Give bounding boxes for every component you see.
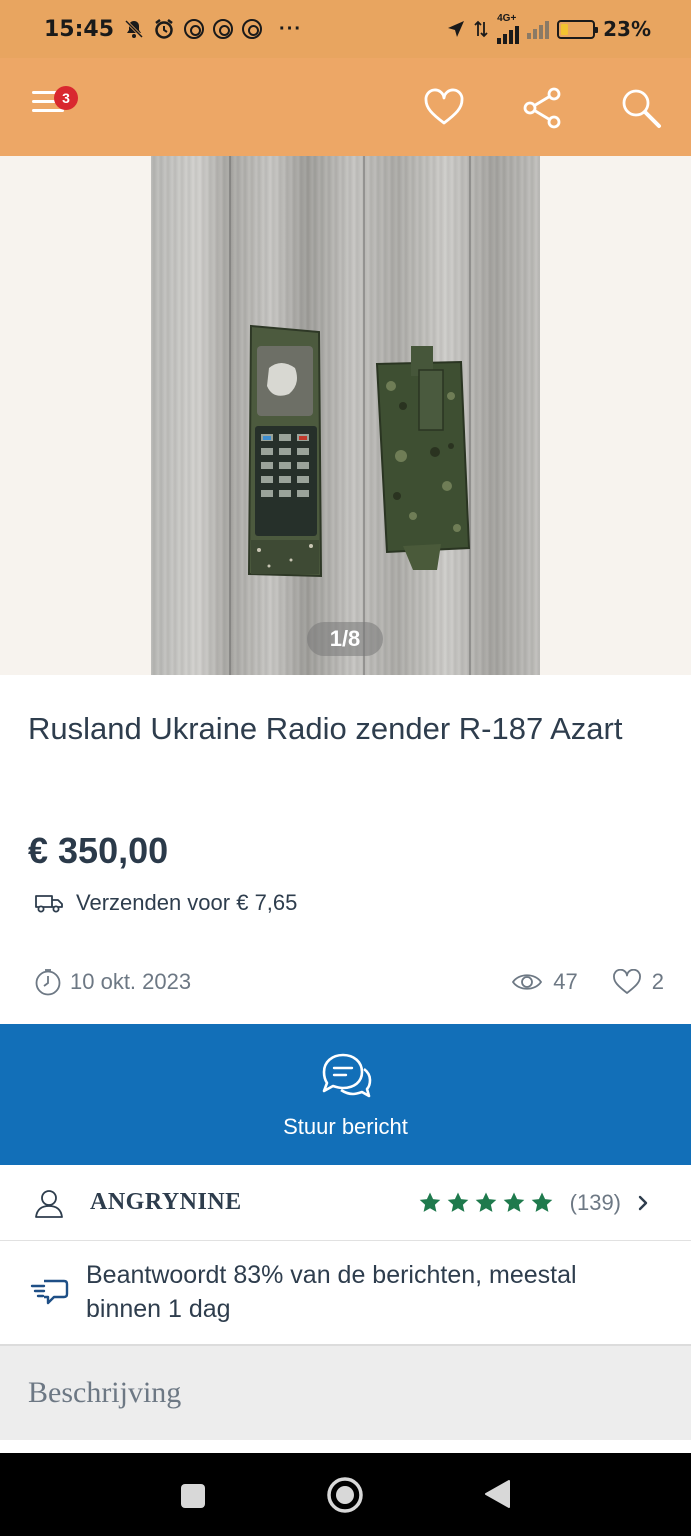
seller-rating [418, 1191, 554, 1215]
favorites-stat: 2 [612, 969, 664, 995]
user-icon [35, 1189, 63, 1218]
chevron-right-icon [638, 1195, 648, 1210]
fast-reply-icon [30, 1279, 69, 1304]
description-heading: Beschrijving [28, 1376, 182, 1409]
send-message-label: Stuur bericht [283, 1113, 408, 1139]
listing-meta: 10 okt. 2023 47 2 [34, 962, 664, 1002]
views-stat: 47 [511, 969, 578, 995]
listing-stats: 47 2 [511, 969, 664, 995]
app-notification-icon [213, 19, 234, 39]
star-icon [531, 1192, 552, 1212]
favorite-heart-icon[interactable] [422, 86, 466, 130]
favorites-count: 2 [651, 969, 664, 994]
recent-apps-icon[interactable] [178, 1481, 208, 1511]
seller-row[interactable]: ANGRYNINE (139) [0, 1165, 691, 1241]
chat-bubbles-icon [322, 1053, 371, 1097]
delivery-truck-icon [35, 895, 63, 913]
radio-and-pouch-image [247, 324, 471, 578]
shipping-info: Verzenden voor € 7,65 [34, 890, 297, 916]
signal-secondary-icon [527, 19, 550, 39]
app-notification-icon [184, 19, 205, 39]
data-transfer-icon [474, 20, 488, 38]
mute-icon [124, 19, 144, 39]
signal-icon [497, 24, 520, 44]
send-message-button[interactable]: Stuur bericht [0, 1024, 691, 1165]
star-icon [503, 1192, 524, 1212]
response-rate-row: Beantwoordt 83% van de berichten, meesta… [0, 1241, 691, 1342]
clock-icon [35, 969, 61, 996]
image-counter: 1/8 [307, 622, 383, 656]
description-section[interactable]: Beschrijving [0, 1344, 691, 1440]
spacer [0, 1440, 691, 1453]
image-gallery[interactable]: 1/8 [0, 156, 691, 675]
share-icon[interactable] [521, 86, 565, 130]
review-count: (139) [569, 1189, 621, 1215]
location-arrow-icon [448, 21, 465, 37]
home-icon[interactable] [326, 1476, 364, 1514]
system-nav-bar [0, 1453, 691, 1536]
star-icon [447, 1192, 468, 1212]
alarm-icon [155, 19, 173, 39]
seller-name: ANGRYNINE [90, 1189, 242, 1215]
status-icons-left: ··· [124, 18, 302, 41]
status-icons-right: 4G+ 23% [447, 14, 651, 44]
more-notifications-icon: ··· [279, 17, 303, 40]
eye-icon [512, 974, 543, 990]
app-notification-icon [242, 19, 263, 39]
listing-price: € 350,00 [28, 830, 169, 871]
heart-icon [612, 969, 641, 994]
search-icon[interactable] [619, 86, 663, 130]
network-type: 4G+ [497, 13, 517, 24]
app-bar [0, 58, 691, 156]
listing-photo[interactable] [151, 156, 540, 675]
battery-icon [557, 19, 599, 39]
listing-date: 10 okt. 2023 [34, 968, 191, 996]
shipping-text: Verzenden voor € 7,65 [76, 890, 298, 915]
status-time: 15:45 [44, 16, 115, 42]
star-icon [419, 1192, 440, 1212]
battery-percent: 23% [603, 17, 651, 41]
star-icon [475, 1192, 496, 1212]
notification-badge: 3 [54, 86, 78, 110]
date-text: 10 okt. 2023 [70, 969, 192, 994]
back-icon[interactable] [482, 1478, 512, 1510]
menu-icon-line [32, 109, 64, 112]
status-bar: 15:45 ··· 4G+ 23% [0, 0, 691, 58]
listing-title: Rusland Ukraine Radio zender R-187 Azart [28, 711, 623, 746]
views-count: 47 [553, 969, 578, 994]
response-rate-text: Beantwoordt 83% van de berichten, meesta… [86, 1260, 577, 1323]
